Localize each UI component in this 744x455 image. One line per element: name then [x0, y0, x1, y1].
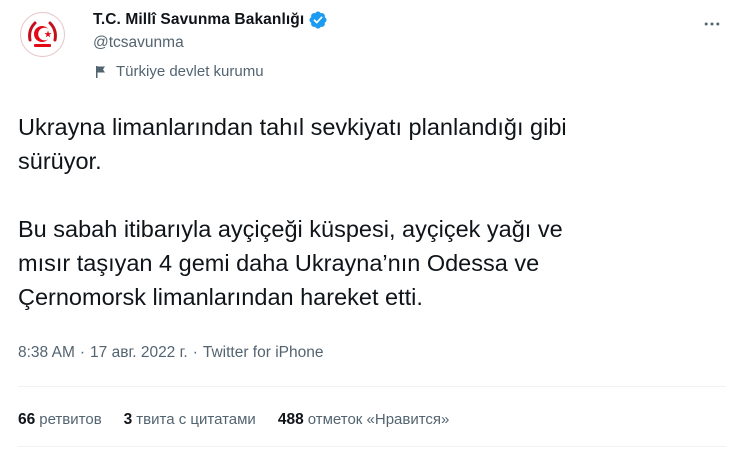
- retweets-stat[interactable]: 66 ретвитов: [18, 411, 102, 429]
- ministry-logo-icon: [18, 10, 67, 59]
- engagement-stats: 66 ретвитов 3 твита с цитатами 488 отмет…: [18, 411, 471, 429]
- likes-count: 488: [277, 411, 304, 428]
- retweets-label: ретвитов: [39, 411, 102, 428]
- more-button[interactable]: [697, 9, 727, 39]
- tweet-date[interactable]: 17 авг. 2022 г.: [90, 344, 188, 362]
- tweet-time[interactable]: 8:38 AM: [18, 344, 75, 362]
- tweet-text: Ukrayna limanlarından tahıl sevkiyatı pl…: [18, 114, 567, 310]
- flag-icon: [93, 64, 109, 80]
- more-icon: [704, 22, 720, 26]
- avatar[interactable]: [18, 10, 67, 59]
- quote-tweets-stat[interactable]: 3 твита с цитатами: [124, 411, 256, 429]
- account-label-text: Türkiye devlet kurumu: [116, 63, 264, 80]
- account-label[interactable]: Türkiye devlet kurumu: [93, 63, 264, 80]
- verified-badge-icon: [308, 10, 328, 30]
- tweet-meta: 8:38 AM · 17 авг. 2022 г. · Twitter for …: [18, 344, 323, 362]
- display-name[interactable]: T.C. Millî Savunma Bakanlığı: [93, 11, 304, 29]
- handle[interactable]: @tcsavunma: [93, 34, 184, 52]
- tweet-source[interactable]: Twitter for iPhone: [203, 344, 324, 362]
- quote-tweets-label: твита с цитатами: [136, 411, 256, 428]
- name-row[interactable]: T.C. Millî Savunma Bakanlığı: [93, 9, 328, 31]
- meta-separator: ·: [192, 344, 198, 361]
- divider: [18, 386, 726, 387]
- meta-separator: ·: [79, 344, 86, 361]
- quote-tweets-count: 3: [123, 411, 133, 428]
- likes-label: отметок «Нравится»: [307, 411, 450, 428]
- divider: [18, 446, 726, 447]
- retweets-count: 66: [18, 411, 36, 428]
- likes-stat[interactable]: 488 отметок «Нравится»: [278, 411, 450, 429]
